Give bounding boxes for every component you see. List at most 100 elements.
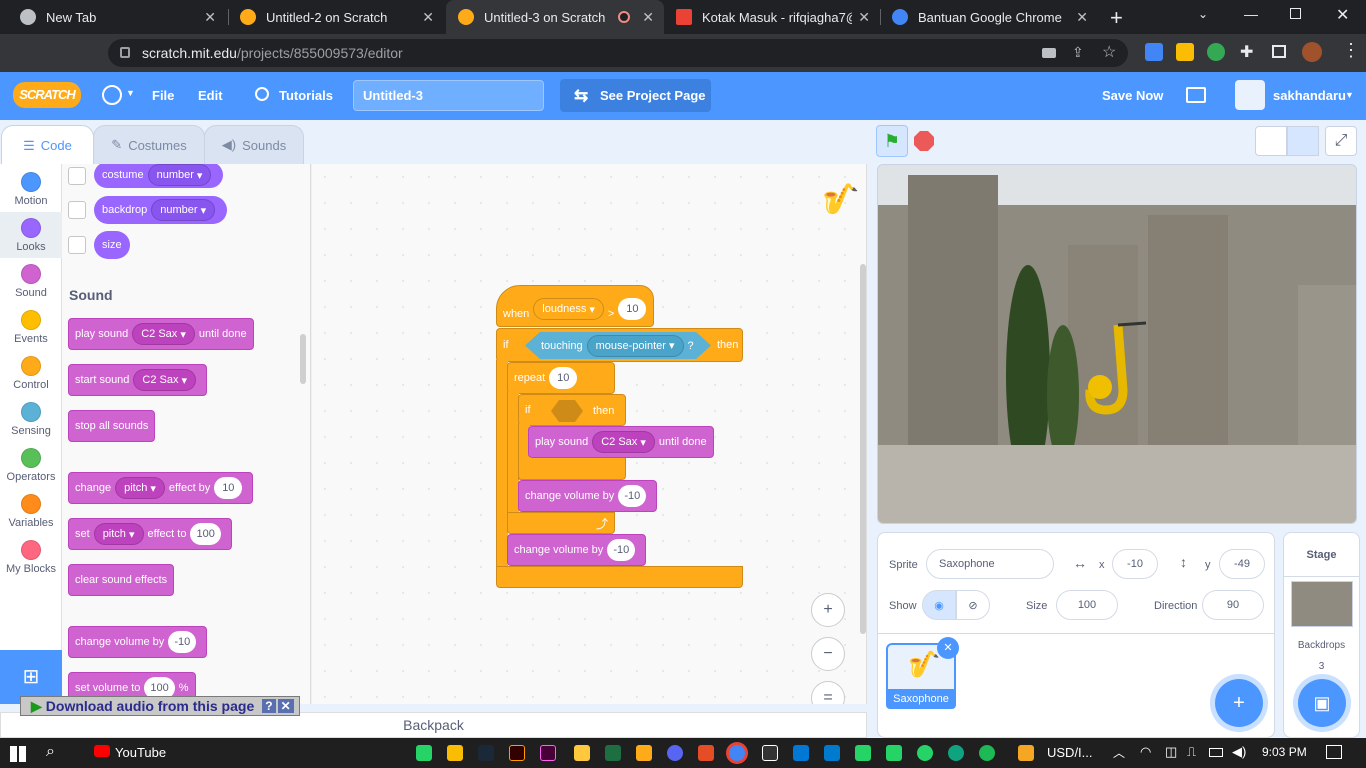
target-dropdown[interactable]: mouse-pointer ▾ xyxy=(586,334,684,357)
currency-widget-label[interactable]: USD/I... xyxy=(1047,745,1093,760)
close-tab-icon[interactable]: ✕ xyxy=(858,9,870,26)
volume-icon[interactable]: ◀) xyxy=(1232,744,1246,760)
windows-start-icon[interactable] xyxy=(10,746,26,762)
see-project-page-button[interactable]: ⇆ See Project Page xyxy=(560,79,711,112)
extension-icon[interactable] xyxy=(1207,43,1225,61)
tab-chrome-help[interactable]: Bantuan Google Chrome ✕ xyxy=(880,0,1098,34)
extension-icon[interactable] xyxy=(1176,43,1194,61)
change-effect-block[interactable]: change pitch ▾ effect by 10 xyxy=(68,472,254,504)
app-icon[interactable] xyxy=(855,745,871,761)
hide-eye-icon[interactable]: ⊘ xyxy=(956,590,990,620)
play-sound-until-done-block[interactable]: play sound C2 Sax ▾ until done xyxy=(68,318,254,350)
excel-icon[interactable] xyxy=(605,745,621,761)
backdrop-number-reporter[interactable]: backdrop number ▾ xyxy=(94,196,228,224)
tab-costumes[interactable]: ✎ Costumes xyxy=(93,125,205,165)
palette-scrollbar[interactable] xyxy=(300,334,306,384)
file-explorer-icon[interactable] xyxy=(574,745,590,761)
sound-dropdown[interactable]: C2 Sax ▾ xyxy=(133,369,197,391)
effect-value-input[interactable]: 10 xyxy=(214,477,243,499)
save-now-button[interactable]: Save Now xyxy=(1102,88,1163,103)
camera-icon[interactable]: ◫ xyxy=(1165,744,1177,760)
close-tab-icon[interactable]: ✕ xyxy=(642,9,654,26)
help-icon[interactable]: ? xyxy=(262,699,276,713)
repeat-count-input[interactable]: 10 xyxy=(549,367,578,389)
costume-option-dropdown[interactable]: number ▾ xyxy=(147,164,212,186)
backdrop-monitor-checkbox[interactable] xyxy=(68,201,86,219)
category-sensing[interactable]: Sensing xyxy=(0,396,62,442)
profile-avatar[interactable] xyxy=(1302,42,1322,62)
clear-sound-effects-block[interactable]: clear sound effects xyxy=(68,564,175,596)
battery-icon[interactable] xyxy=(1209,748,1223,757)
play-sound-until-done-block[interactable]: play sound C2 Sax ▾ until done xyxy=(528,426,714,458)
sound-dropdown[interactable]: C2 Sax ▾ xyxy=(132,323,195,345)
camera-blocked-icon[interactable] xyxy=(1042,48,1056,58)
size-monitor-checkbox[interactable] xyxy=(68,236,86,254)
google-drive-icon[interactable] xyxy=(447,745,463,761)
zoom-in-icon[interactable]: + xyxy=(811,593,845,627)
category-variables[interactable]: Variables xyxy=(0,488,62,534)
vscode-icon[interactable] xyxy=(824,745,840,761)
steam-icon[interactable] xyxy=(478,745,494,761)
tutorials-button[interactable]: Tutorials xyxy=(279,88,333,103)
youtube-icon[interactable] xyxy=(94,745,110,757)
project-title-input[interactable]: Untitled-3 xyxy=(353,80,544,111)
share-icon[interactable]: ⇪ xyxy=(1072,44,1084,61)
tab-untitled-2[interactable]: Untitled-2 on Scratch ✕ xyxy=(228,0,444,34)
download-audio-bar[interactable]: ▶ Download audio from this page ? ✕ xyxy=(20,696,300,716)
edit-menu[interactable]: Edit xyxy=(198,88,223,103)
chrome-taskbar-icon[interactable] xyxy=(729,745,745,761)
close-tab-icon[interactable]: ✕ xyxy=(422,9,434,26)
direction-input[interactable]: 90 xyxy=(1202,590,1264,620)
tab-gmail[interactable]: Kotak Masuk - rifqiagha7@g ✕ xyxy=(664,0,880,34)
youtube-taskbar-label[interactable]: YouTube xyxy=(115,745,166,760)
costume-monitor-checkbox[interactable] xyxy=(68,167,86,185)
extensions-puzzle-icon[interactable]: ✚ xyxy=(1240,42,1253,62)
app-icon[interactable] xyxy=(698,745,714,761)
category-control[interactable]: Control xyxy=(0,350,62,396)
tab-sounds[interactable]: ◀) Sounds xyxy=(204,125,304,165)
green-flag-button[interactable]: ⚑ xyxy=(876,125,908,157)
y-position-input[interactable]: -49 xyxy=(1219,549,1265,579)
loudness-threshold-input[interactable]: 10 xyxy=(618,298,647,320)
app-icon[interactable] xyxy=(416,745,432,761)
tab-code[interactable]: ☰ Code xyxy=(1,125,94,165)
zoom-reset-icon[interactable]: = xyxy=(811,681,845,704)
small-stage-icon[interactable] xyxy=(1255,126,1287,156)
fullscreen-icon[interactable]: ⤢ xyxy=(1325,126,1357,156)
spotify-icon[interactable] xyxy=(979,745,995,761)
discord-icon[interactable] xyxy=(667,745,683,761)
app-icon[interactable] xyxy=(886,745,902,761)
backdrop-thumbnail[interactable] xyxy=(1291,581,1353,627)
volume-value-input[interactable]: -10 xyxy=(607,539,636,561)
effect-dropdown[interactable]: pitch ▾ xyxy=(115,477,165,499)
category-motion[interactable]: Motion xyxy=(0,166,62,212)
illustrator-icon[interactable] xyxy=(509,745,525,761)
empty-boolean-slot[interactable] xyxy=(551,400,583,422)
delete-sprite-icon[interactable]: ✕ xyxy=(937,637,959,659)
effect-dropdown[interactable]: pitch ▾ xyxy=(93,523,144,545)
touching-condition[interactable]: touching mouse-pointer ▾ ? xyxy=(525,332,711,359)
stop-button[interactable] xyxy=(914,131,934,151)
stage-canvas[interactable] xyxy=(877,164,1357,524)
my-stuff-folder-icon[interactable] xyxy=(1186,87,1206,103)
choose-sprite-button[interactable]: + xyxy=(1215,679,1263,727)
sensor-dropdown[interactable]: loudness ▾ xyxy=(533,298,604,320)
chevron-up-icon[interactable]: ︿ xyxy=(1113,744,1125,761)
file-menu[interactable]: File xyxy=(152,88,174,103)
size-input[interactable]: 100 xyxy=(1056,590,1118,620)
large-stage-icon[interactable] xyxy=(1287,126,1319,156)
show-eye-icon[interactable]: ◉ xyxy=(922,590,956,620)
choose-backdrop-button[interactable]: ▣ xyxy=(1298,679,1346,727)
minimize-window-icon[interactable]: — xyxy=(1244,6,1258,22)
microphone-icon[interactable]: ⎍ xyxy=(1187,744,1196,760)
clock-time[interactable]: 9:03 PM xyxy=(1262,745,1307,759)
notification-center-icon[interactable] xyxy=(1326,745,1342,759)
change-volume-block[interactable]: change volume by -10 xyxy=(68,626,208,658)
bookmark-star-icon[interactable]: ☆ xyxy=(1102,42,1116,62)
sprite-name-input[interactable]: Saxophone xyxy=(926,549,1054,579)
size-reporter[interactable]: size xyxy=(94,231,130,259)
workspace-scrollbar[interactable] xyxy=(860,264,866,634)
close-icon[interactable]: ✕ xyxy=(277,699,294,713)
set-effect-block[interactable]: set pitch ▾ effect to 100 xyxy=(68,518,232,550)
category-operators[interactable]: Operators xyxy=(0,442,62,488)
